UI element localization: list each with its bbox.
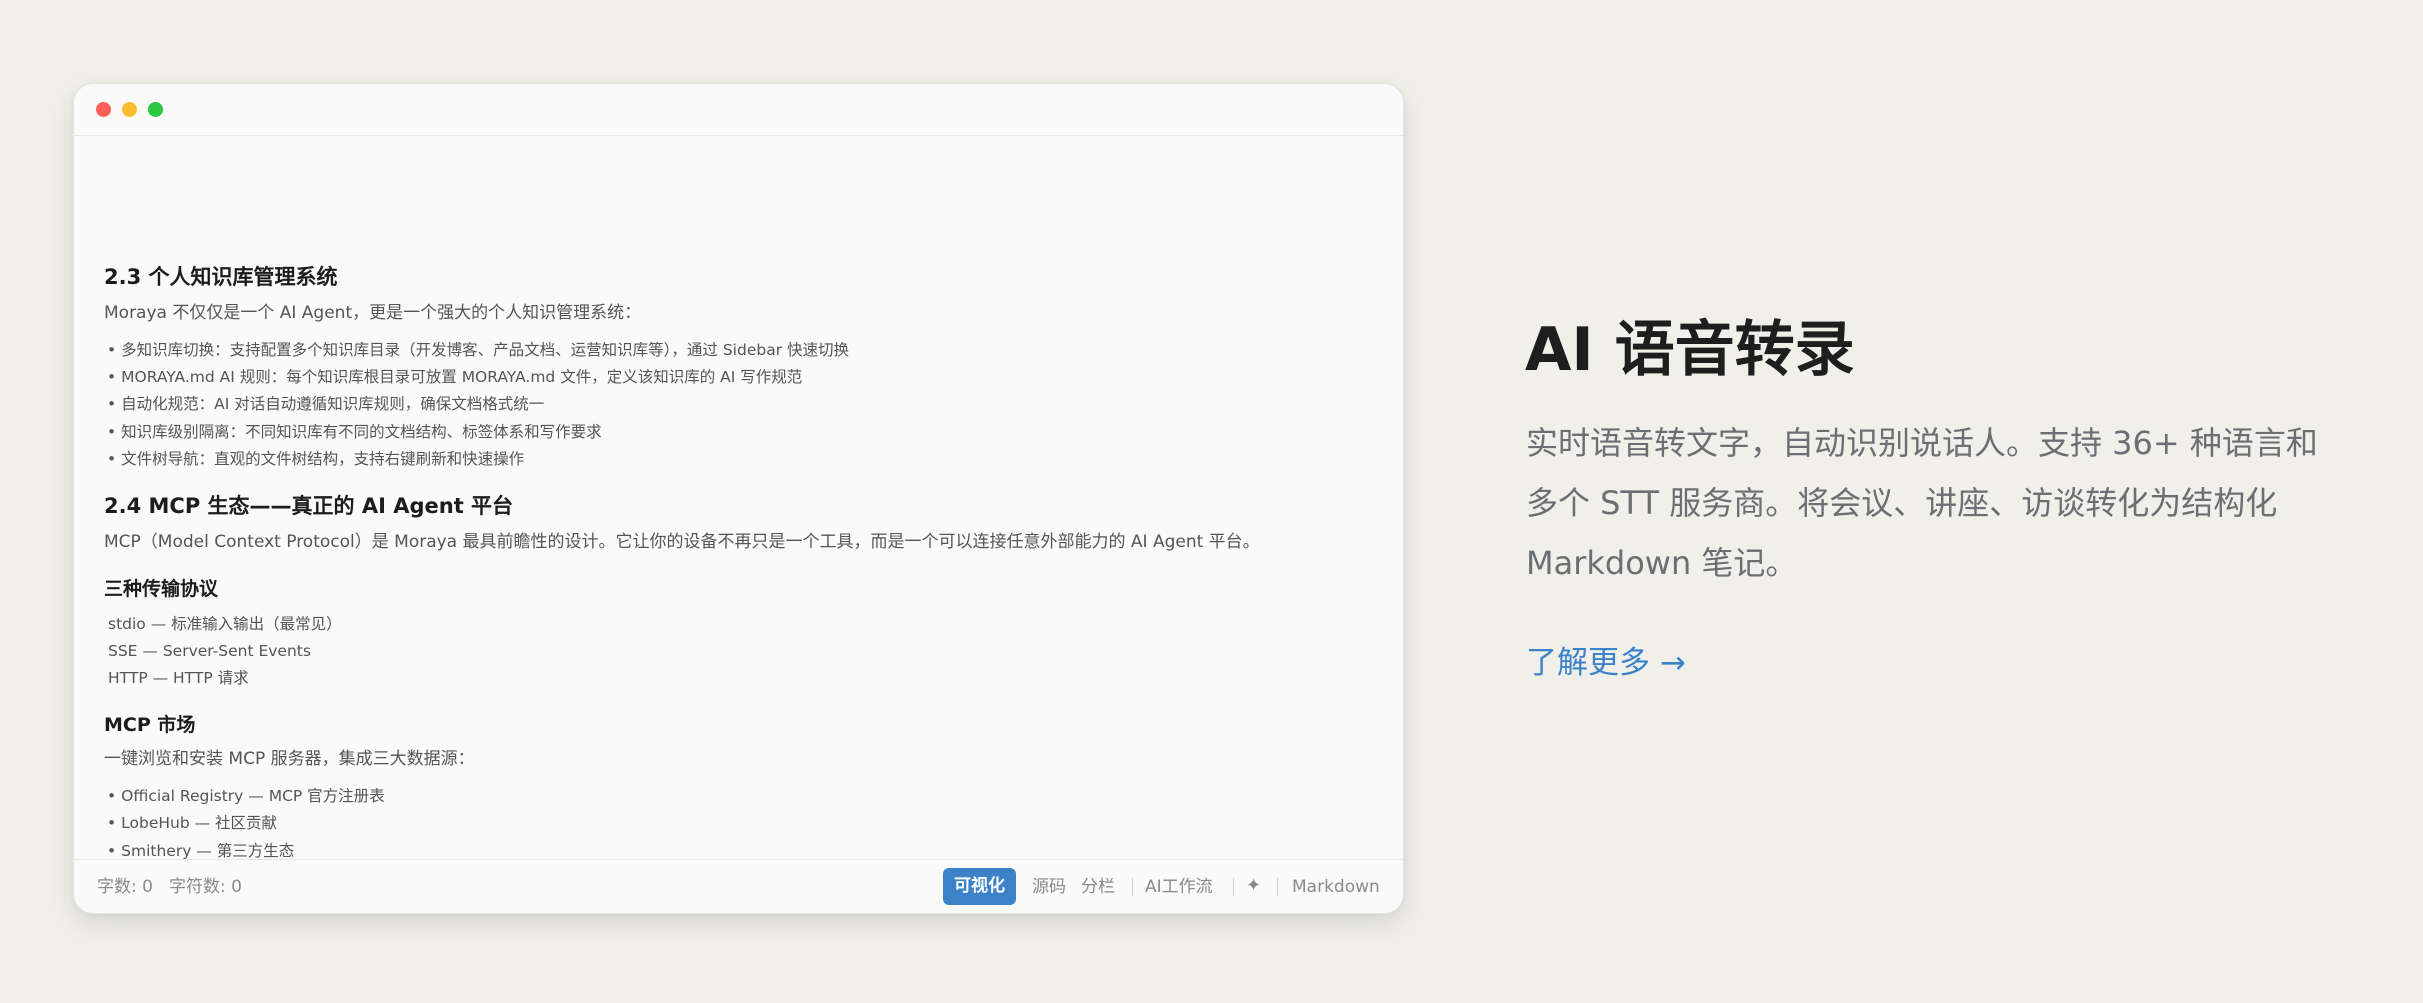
heading-section-2-4: 2.4 MCP 生态——真正的 AI Agent 平台 [104, 494, 514, 518]
bullet-glyph: • [107, 368, 117, 386]
code-line: SSE — Server-Sent Events [108, 642, 311, 660]
list-item-text: MORAYA.md AI 规则：每个知识库根目录可放置 MORAYA.md 文件… [121, 368, 803, 386]
format-label[interactable]: Markdown [1292, 877, 1380, 897]
editor-statusbar: 字数: 0 字符数: 0 可视化 源码 分栏 AI工作流 ✦ Markdown [74, 859, 1403, 913]
heading-mcp-market: MCP 市场 [104, 714, 196, 736]
paragraph-mcp-market-intro: 一键浏览和安装 MCP 服务器，集成三大数据源： [104, 749, 475, 769]
heading-section-2-3: 2.3 个人知识库管理系统 [104, 265, 338, 289]
bullet-glyph: • [107, 842, 117, 859]
mode-split-button[interactable]: 分栏 [1081, 877, 1115, 897]
paragraph-section-2-3-intro: Moraya 不仅仅是一个 AI Agent，更是一个强大的个人知识管理系统： [104, 303, 642, 323]
window-close-button[interactable] [96, 102, 111, 117]
divider [1132, 878, 1133, 896]
list-item: • 自动化规范：AI 对话自动遵循知识库规则，确保文档格式统一 [107, 394, 544, 414]
list-item: • Official Registry — MCP 官方注册表 [107, 786, 385, 806]
list-item: • 文件树导航：直观的文件树结构，支持右键刷新和快速操作 [107, 449, 524, 469]
divider [1277, 878, 1278, 896]
divider [1233, 878, 1234, 896]
bullet-glyph: • [107, 395, 117, 413]
mode-visual-button[interactable]: 可视化 [943, 868, 1016, 905]
list-item-text: LobeHub — 社区贡献 [121, 814, 278, 832]
list-item: • Smithery — 第三方生态 [107, 841, 294, 859]
bullet-glyph: • [107, 450, 117, 468]
list-item: • LobeHub — 社区贡献 [107, 813, 277, 833]
list-item-text: 文件树导航：直观的文件树结构，支持右键刷新和快速操作 [121, 450, 525, 468]
window-zoom-button[interactable] [148, 102, 163, 117]
code-line: HTTP — HTTP 请求 [108, 669, 249, 687]
bullet-glyph: • [107, 814, 117, 832]
list-item-text: 多知识库切换：支持配置多个知识库目录（开发博客、产品文档、运营知识库等），通过 … [121, 341, 849, 359]
feature-description: 实时语音转文字，自动识别说话人。支持 36+ 种语言和 多个 STT 服务商。将… [1526, 413, 2386, 593]
feature-description-line: 实时语音转文字，自动识别说话人。支持 36+ 种语言和 [1526, 424, 2318, 462]
window-titlebar [74, 84, 1403, 136]
heading-transport-protocols: 三种传输协议 [104, 578, 219, 600]
bullet-glyph: • [107, 423, 117, 441]
list-item-text: 自动化规范：AI 对话自动遵循知识库规则，确保文档格式统一 [121, 395, 545, 413]
ai-workflow-button[interactable]: AI工作流 [1145, 877, 1213, 897]
bullet-glyph: • [107, 341, 117, 359]
learn-more-link[interactable]: 了解更多 → [1526, 641, 1686, 685]
feature-title: AI 语音转录 [1525, 315, 1855, 385]
app-window: 2.3 个人知识库管理系统 Moraya 不仅仅是一个 AI Agent，更是一… [73, 83, 1404, 914]
editor-content[interactable]: 2.3 个人知识库管理系统 Moraya 不仅仅是一个 AI Agent，更是一… [104, 136, 1373, 859]
page: 2.3 个人知识库管理系统 Moraya 不仅仅是一个 AI Agent，更是一… [0, 0, 2423, 1003]
list-item-text: 知识库级别隔离：不同知识库有不同的文档结构、标签体系和写作要求 [121, 423, 602, 441]
char-count: 字符数: 0 [169, 877, 242, 897]
word-count: 字数: 0 [97, 877, 153, 897]
mode-source-button[interactable]: 源码 [1032, 877, 1066, 897]
window-minimize-button[interactable] [122, 102, 137, 117]
paragraph-section-2-4-intro: MCP（Model Context Protocol）是 Moraya 最具前瞻… [104, 532, 1260, 552]
list-item: • MORAYA.md AI 规则：每个知识库根目录可放置 MORAYA.md 文… [107, 367, 802, 387]
bullet-glyph: • [107, 787, 117, 805]
list-item-text: Smithery — 第三方生态 [121, 842, 295, 859]
list-item: • 知识库级别隔离：不同知识库有不同的文档结构、标签体系和写作要求 [107, 422, 602, 442]
feature-description-line: Markdown 笔记。 [1526, 544, 1798, 582]
sparkle-icon[interactable]: ✦ [1246, 875, 1261, 896]
code-line: stdio — 标准输入输出（最常见） [108, 615, 342, 633]
feature-description-line: 多个 STT 服务商。将会议、讲座、访谈转化为结构化 [1526, 484, 2278, 522]
list-item-text: Official Registry — MCP 官方注册表 [121, 787, 385, 805]
list-item: • 多知识库切换：支持配置多个知识库目录（开发博客、产品文档、运营知识库等），通过… [107, 340, 849, 360]
